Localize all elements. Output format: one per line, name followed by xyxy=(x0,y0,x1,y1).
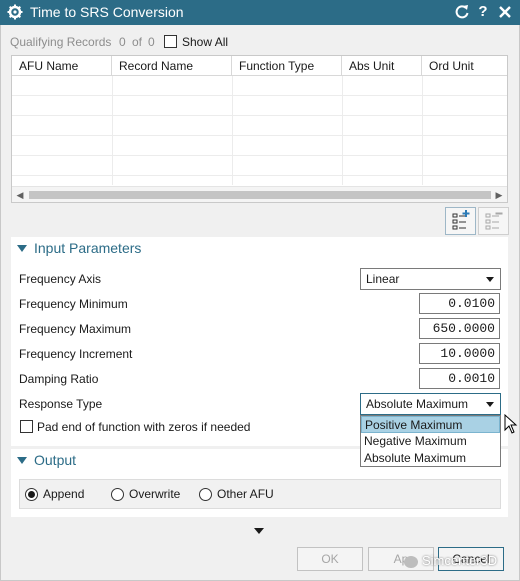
watermark: Simcenter3D xyxy=(404,553,497,568)
title-bar: Time to SRS Conversion ? xyxy=(0,0,520,25)
collapse-arrow-icon xyxy=(17,245,27,252)
table-row xyxy=(12,136,507,156)
add-to-list-button[interactable] xyxy=(445,207,476,235)
of-label: of xyxy=(132,35,143,49)
pad-zeros-checkbox[interactable] xyxy=(20,420,33,433)
chevron-down-icon xyxy=(486,277,494,282)
collapse-arrow-icon xyxy=(17,457,27,464)
qualifying-count: 0 xyxy=(119,35,126,49)
frequency-maximum-label: Frequency Maximum xyxy=(19,322,132,336)
pad-zeros-label: Pad end of function with zeros if needed xyxy=(37,420,251,434)
qualifying-records-label: Qualifying Records xyxy=(10,35,112,49)
remove-list-icon xyxy=(485,212,503,230)
damping-ratio-field[interactable]: 0.0010 xyxy=(419,368,500,389)
dropdown-option-absolute-maximum[interactable]: Absolute Maximum xyxy=(361,450,500,467)
chevron-down-icon xyxy=(486,402,494,407)
close-icon[interactable] xyxy=(496,3,514,21)
mouse-cursor-icon xyxy=(504,414,518,434)
table-row xyxy=(12,156,507,176)
table-row xyxy=(12,76,507,96)
other-afu-label: Other AFU xyxy=(217,487,274,501)
window-title: Time to SRS Conversion xyxy=(30,4,184,20)
overwrite-radio[interactable] xyxy=(111,488,124,501)
add-list-icon xyxy=(452,210,470,230)
show-all-checkbox[interactable] xyxy=(164,35,177,48)
frequency-increment-field[interactable]: 10.0000 xyxy=(419,343,500,364)
column-header-abs-unit[interactable]: Abs Unit xyxy=(342,56,422,76)
column-header-function-type[interactable]: Function Type xyxy=(232,56,342,76)
frequency-maximum-field[interactable]: 650.0000 xyxy=(419,318,500,339)
frequency-axis-label: Frequency Axis xyxy=(19,272,102,286)
append-label: Append xyxy=(43,487,85,501)
response-type-dropdown[interactable]: Positive Maximum Negative Maximum Absolu… xyxy=(360,415,501,467)
ok-button[interactable]: OK xyxy=(297,547,363,571)
frequency-axis-select[interactable]: Linear xyxy=(360,268,501,290)
horizontal-scrollbar[interactable]: ◀ ▶ xyxy=(12,186,507,202)
expand-more-icon[interactable] xyxy=(254,528,264,534)
scroll-right-icon[interactable]: ▶ xyxy=(493,189,505,201)
column-header-ord-unit[interactable]: Ord Unit xyxy=(422,56,509,76)
column-divider xyxy=(112,76,113,185)
dropdown-option-negative-maximum[interactable]: Negative Maximum xyxy=(361,433,500,450)
column-divider xyxy=(422,76,423,185)
scroll-left-icon[interactable]: ◀ xyxy=(14,189,26,201)
column-header-afu-name[interactable]: AFU Name xyxy=(12,56,112,76)
response-type-select[interactable]: Absolute Maximum xyxy=(360,393,501,415)
dropdown-option-positive-maximum[interactable]: Positive Maximum xyxy=(361,416,500,433)
frequency-axis-value: Linear xyxy=(366,272,400,286)
column-divider xyxy=(342,76,343,185)
table-header: AFU Name Record Name Function Type Abs U… xyxy=(12,56,507,76)
watermark-text: Simcenter3D xyxy=(422,553,498,568)
frequency-increment-label: Frequency Increment xyxy=(19,347,133,361)
remove-from-list-button[interactable] xyxy=(478,207,509,235)
column-divider xyxy=(232,76,233,185)
output-title: Output xyxy=(34,452,77,468)
reset-icon[interactable] xyxy=(453,3,471,21)
append-radio[interactable] xyxy=(25,488,38,501)
scrollbar-thumb[interactable] xyxy=(29,191,491,199)
overwrite-label: Overwrite xyxy=(129,487,181,501)
table-row xyxy=(12,96,507,116)
wechat-icon xyxy=(404,555,418,568)
column-header-record-name[interactable]: Record Name xyxy=(112,56,232,76)
output-radio-group: Append Overwrite Other AFU xyxy=(19,479,501,509)
damping-ratio-label: Damping Ratio xyxy=(19,372,99,386)
input-parameters-header[interactable]: Input Parameters xyxy=(11,237,508,261)
other-afu-radio[interactable] xyxy=(199,488,212,501)
gear-icon[interactable] xyxy=(7,4,23,20)
records-table[interactable]: AFU Name Record Name Function Type Abs U… xyxy=(11,55,508,203)
response-type-value: Absolute Maximum xyxy=(366,397,469,411)
input-parameters-title: Input Parameters xyxy=(34,240,142,256)
table-row xyxy=(12,116,507,136)
response-type-label: Response Type xyxy=(19,397,103,411)
frequency-minimum-label: Frequency Minimum xyxy=(19,297,128,311)
qualifying-total: 0 xyxy=(148,35,155,49)
show-all-label: Show All xyxy=(182,35,229,49)
frequency-minimum-field[interactable]: 0.0100 xyxy=(419,293,500,314)
help-icon[interactable]: ? xyxy=(474,3,492,21)
